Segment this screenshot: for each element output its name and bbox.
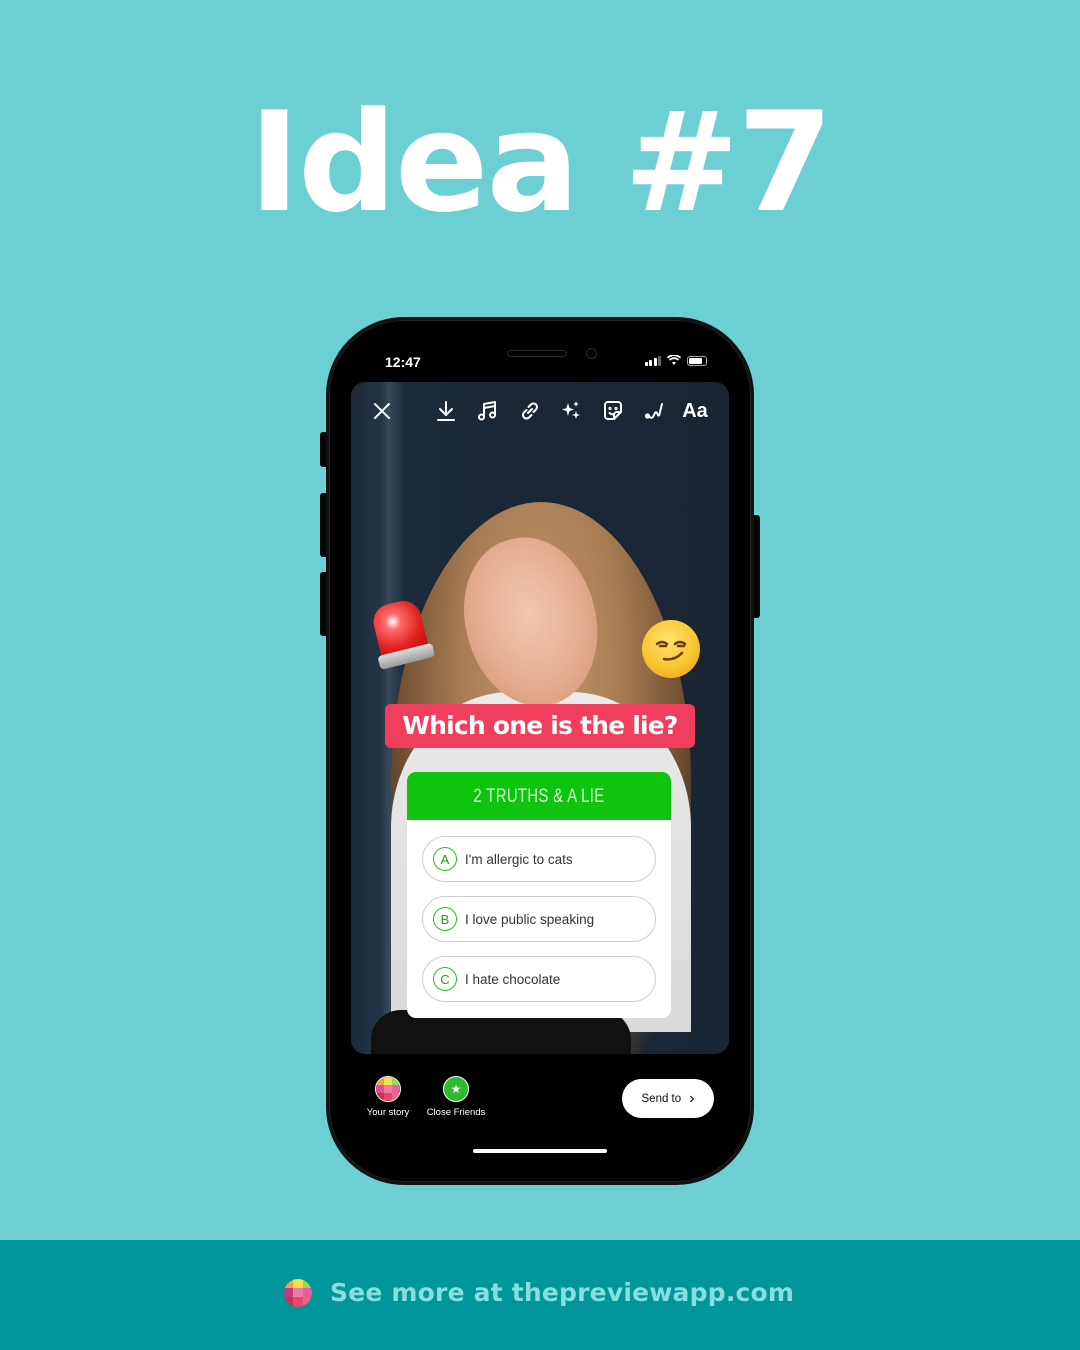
front-camera xyxy=(586,348,597,359)
send-to-label: Send to xyxy=(641,1092,682,1105)
your-story-label: Your story xyxy=(366,1107,410,1118)
quiz-option-b[interactable]: B I love public speaking xyxy=(422,896,656,942)
close-friends-label: Close Friends xyxy=(426,1107,486,1118)
sparkles-icon[interactable] xyxy=(556,396,586,426)
quiz-option-c[interactable]: C I hate chocolate xyxy=(422,956,656,1002)
footer-banner: See more at thepreviewapp.com xyxy=(0,1240,1080,1350)
your-story-button[interactable]: Your story xyxy=(363,1076,413,1118)
footer-link-text[interactable]: See more at thepreviewapp.com xyxy=(330,1278,794,1307)
headline: Idea #7 xyxy=(248,82,834,243)
smirk-face-icon xyxy=(655,640,687,661)
quiz-sticker: 2 TRUTHS & A LIE A I'm allergic to cats … xyxy=(407,772,671,1018)
close-friends-button[interactable]: ★ Close Friends xyxy=(423,1076,489,1118)
home-indicator[interactable] xyxy=(473,1149,607,1153)
download-icon[interactable] xyxy=(431,396,461,426)
option-text: I love public speaking xyxy=(465,911,595,927)
quiz-title: 2 TRUTHS & A LIE xyxy=(436,772,642,820)
text-tool-button[interactable]: Aa xyxy=(680,396,710,426)
signal-icon xyxy=(644,355,661,366)
link-icon[interactable] xyxy=(515,396,545,426)
music-icon[interactable] xyxy=(472,396,502,426)
option-letter: B xyxy=(433,907,457,931)
your-story-avatar xyxy=(375,1076,401,1102)
close-icon[interactable] xyxy=(367,396,397,426)
star-icon: ★ xyxy=(443,1076,469,1102)
option-letter: A xyxy=(433,847,457,871)
wifi-icon xyxy=(667,355,681,365)
send-to-button[interactable]: Send to › xyxy=(622,1079,714,1118)
phone-screen: 12:47 Aa Which one is the lie? 2 TRUTHS … xyxy=(351,342,729,1160)
draw-icon[interactable] xyxy=(640,396,670,426)
story-toolbar: Aa xyxy=(351,396,729,428)
option-letter: C xyxy=(433,967,457,991)
quiz-option-a[interactable]: A I'm allergic to cats xyxy=(422,836,656,882)
smirking-face-sticker[interactable] xyxy=(642,620,700,678)
option-text: I'm allergic to cats xyxy=(465,851,573,867)
notch xyxy=(433,342,647,377)
share-bar: Your story ★ Close Friends Send to › xyxy=(351,1054,729,1160)
chevron-right-icon: › xyxy=(689,1089,695,1107)
status-icons xyxy=(644,355,707,366)
question-text-sticker[interactable]: Which one is the lie? xyxy=(385,704,695,748)
preview-app-logo-icon xyxy=(284,1278,312,1307)
story-canvas[interactable]: Aa Which one is the lie? 2 TRUTHS & A LI… xyxy=(351,382,729,1054)
sticker-icon[interactable] xyxy=(598,396,628,426)
speaker-grille xyxy=(507,350,567,357)
option-text: I hate chocolate xyxy=(465,971,561,987)
battery-icon xyxy=(687,355,707,366)
status-time: 12:47 xyxy=(385,354,421,370)
